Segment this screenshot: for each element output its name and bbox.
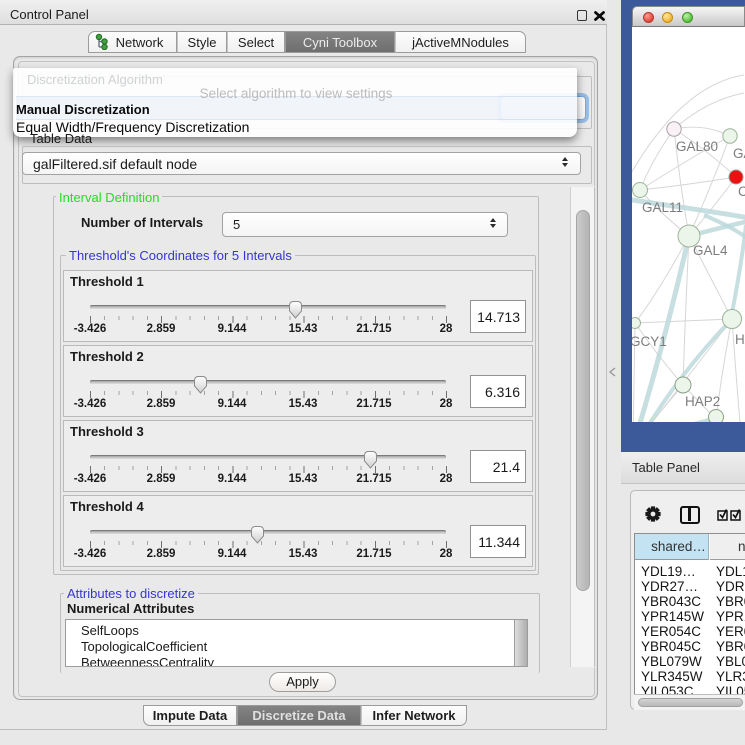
svg-text:GA: GA	[733, 146, 745, 161]
svg-text:HA: HA	[735, 332, 745, 347]
svg-text:GAL11: GAL11	[642, 200, 683, 215]
svg-text:GAL4: GAL4	[693, 243, 728, 258]
svg-text:GAL80: GAL80	[676, 139, 718, 154]
svg-text:C: C	[738, 184, 745, 199]
svg-text:HAP2: HAP2	[685, 394, 720, 409]
svg-text:GCY1: GCY1	[632, 334, 667, 349]
